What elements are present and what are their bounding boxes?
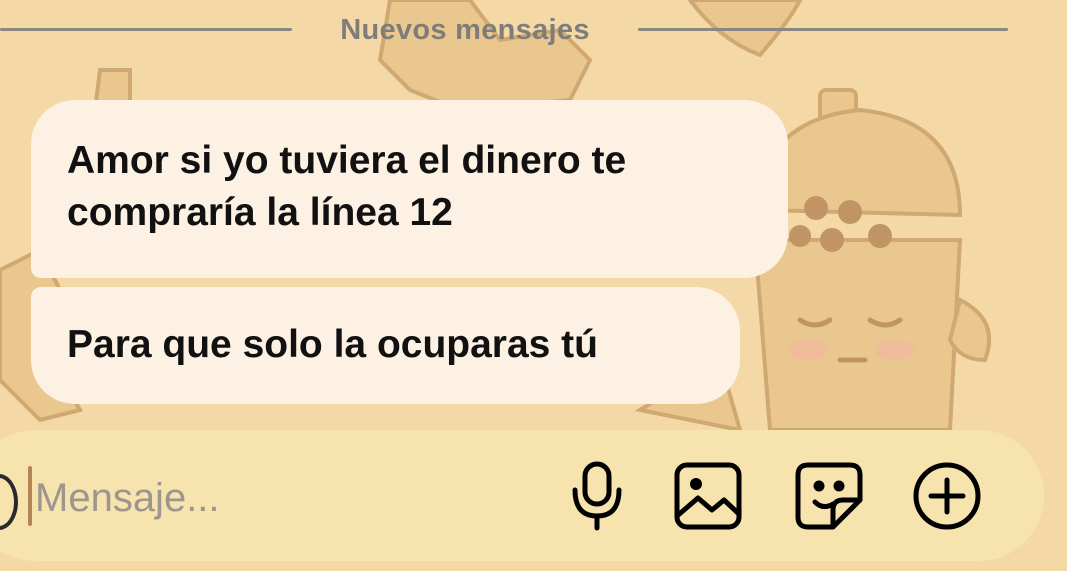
plus-icon: [913, 462, 981, 530]
divider-line-left: [0, 28, 292, 31]
message-input-wrapper: [28, 462, 528, 534]
sticker-button[interactable]: [793, 460, 865, 532]
message-input[interactable]: [33, 462, 517, 534]
microphone-icon: [572, 461, 622, 531]
sticker-icon: [795, 462, 863, 530]
text-caret: [28, 466, 32, 526]
add-button[interactable]: [911, 460, 983, 532]
new-messages-label: Nuevos mensajes: [340, 14, 590, 46]
incoming-message-bubble[interactable]: Para que solo la ocuparas tú: [31, 287, 740, 404]
image-icon: [674, 462, 742, 530]
new-messages-divider: Nuevos mensajes: [0, 0, 1067, 60]
microphone-button[interactable]: [561, 460, 633, 532]
incoming-message-bubble[interactable]: Amor si yo tuviera el dinero te comprarí…: [31, 100, 788, 278]
image-button[interactable]: [672, 460, 744, 532]
divider-line-right: [638, 28, 1008, 31]
